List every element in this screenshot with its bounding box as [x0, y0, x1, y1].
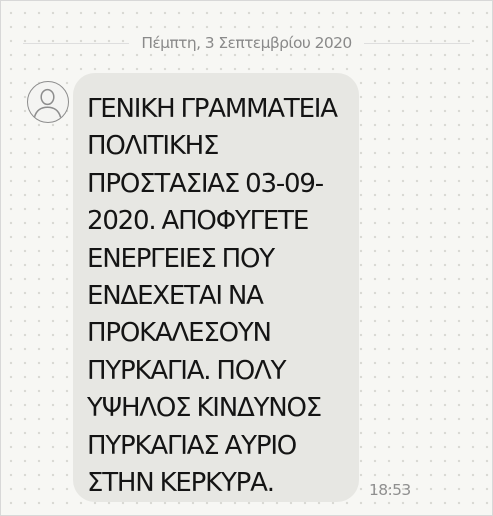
date-separator: Πέμπτη, 3 Σεπτεμβρίου 2020 — [23, 31, 470, 55]
message-bubble[interactable]: ΓΕΝΙΚΗ ΓΡΑΜΜΑΤΕΙΑ ΠΟΛΙΤΙΚΗΣ ΠΡΟΣΤΑΣΙΑΣ 0… — [73, 73, 359, 502]
sender-avatar[interactable] — [27, 81, 69, 123]
date-separator-label: Πέμπτη, 3 Σεπτεμβρίου 2020 — [129, 34, 364, 52]
message-text: ΓΕΝΙΚΗ ΓΡΑΜΜΑΤΕΙΑ ΠΟΛΙΤΙΚΗΣ ΠΡΟΣΤΑΣΙΑΣ 0… — [87, 94, 338, 499]
person-icon — [33, 88, 62, 118]
message-timestamp: 18:53 — [369, 481, 411, 499]
date-divider-left — [23, 42, 130, 44]
date-divider-right — [363, 42, 470, 44]
